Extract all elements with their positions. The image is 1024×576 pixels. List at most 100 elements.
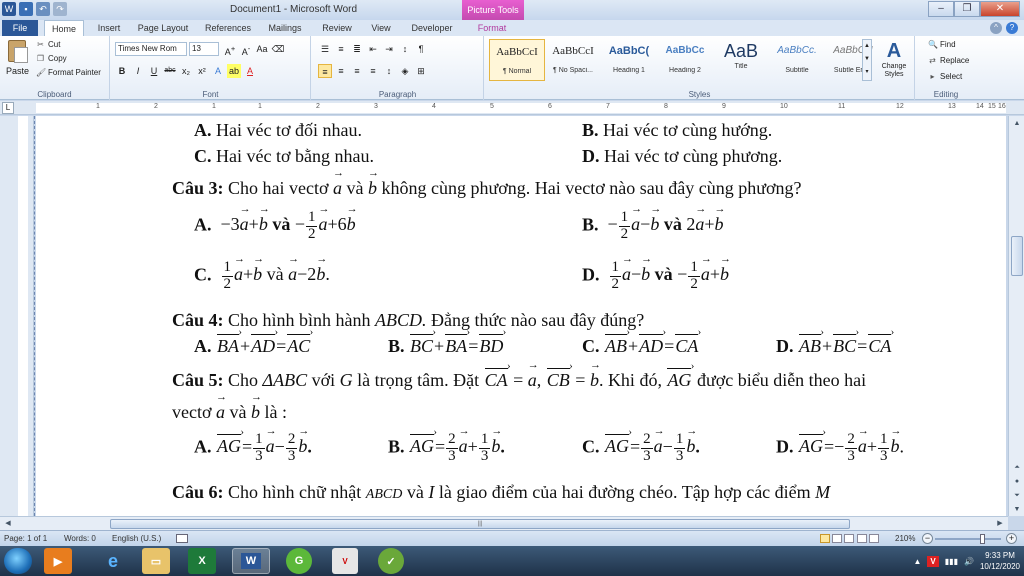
style-subtle-emphasis[interactable]: AaBbCcI Subtle Em... <box>825 39 881 81</box>
font-size-box[interactable]: 13 <box>189 42 219 56</box>
minimize-button[interactable]: – <box>928 1 954 17</box>
line-spacing-icon[interactable]: ↕ <box>382 64 396 78</box>
internet-explorer-icon[interactable]: e <box>94 548 132 574</box>
redo-icon[interactable]: ↷ <box>53 2 67 16</box>
app-icon[interactable]: ✓ <box>378 548 404 574</box>
zoom-slider-thumb[interactable] <box>980 534 985 544</box>
increase-indent-icon[interactable]: ⇥ <box>382 42 396 56</box>
numbering-icon[interactable]: ≡ <box>334 42 348 56</box>
ruler-scale[interactable]: 1 2 1 1 2 3 4 5 6 7 8 9 10 11 12 13 14 1… <box>36 103 1006 113</box>
scroll-up-icon[interactable]: ▲ <box>1011 118 1023 130</box>
full-screen-reading-icon[interactable] <box>832 534 843 543</box>
decrease-indent-icon[interactable]: ⇤ <box>366 42 380 56</box>
start-button-icon[interactable] <box>4 548 32 574</box>
format-painter-button[interactable]: 🖌 Format Painter <box>36 68 101 77</box>
next-page-icon[interactable]: ⏷ <box>1011 490 1023 502</box>
style-heading-1[interactable]: AaBbC( Heading 1 <box>601 39 657 81</box>
tab-developer[interactable]: Developer <box>410 20 454 36</box>
scroll-right-icon[interactable]: ▶ <box>994 518 1006 530</box>
outline-icon[interactable] <box>856 534 867 543</box>
align-right-icon[interactable]: ≡ <box>350 64 364 78</box>
italic-icon[interactable]: I <box>131 64 145 78</box>
tab-mailings[interactable]: Mailings <box>266 20 304 36</box>
replace-button[interactable]: ⇄ Replace <box>928 56 969 65</box>
word-app-icon[interactable]: W <box>2 2 16 16</box>
help-icon[interactable]: ? <box>1006 22 1018 34</box>
print-layout-icon[interactable] <box>820 534 830 543</box>
scroll-down-icon[interactable]: ▼ <box>1011 504 1023 516</box>
tab-home[interactable]: Home <box>44 20 84 36</box>
tab-page-layout[interactable]: Page Layout <box>136 20 190 36</box>
restore-button[interactable]: ❐ <box>954 1 980 17</box>
align-center-icon[interactable]: ≡ <box>334 64 348 78</box>
style-title[interactable]: AaB Title <box>713 39 769 81</box>
prev-page-icon[interactable]: ⏶ <box>1011 462 1023 474</box>
superscript-icon[interactable]: x² <box>195 64 209 78</box>
shrink-font-icon[interactable]: A- <box>239 42 253 57</box>
save-icon[interactable]: ▪ <box>19 2 33 16</box>
sort-icon[interactable]: ↕ <box>398 42 412 56</box>
document-page[interactable]: A. Hai véc tơ đối nhau. B. Hai véc tơ cù… <box>36 116 1006 516</box>
macro-record-icon[interactable] <box>176 534 188 543</box>
font-name-box[interactable]: Times New Rom <box>115 42 187 56</box>
shading-icon[interactable]: ◈ <box>398 64 412 78</box>
undo-icon[interactable]: ↶ <box>36 2 50 16</box>
tab-format[interactable]: Format <box>470 20 514 36</box>
highlight-icon[interactable]: ab <box>227 64 241 78</box>
horizontal-scrollbar[interactable]: ◀ ||| ▶ <box>0 516 1008 530</box>
word-taskbar-icon[interactable]: W <box>232 548 270 574</box>
paste-button-label[interactable]: Paste <box>6 66 29 76</box>
unikey-icon[interactable]: V <box>332 548 358 574</box>
language-indicator[interactable]: English (U.S.) <box>112 534 161 543</box>
browse-object-icon[interactable]: ● <box>1011 476 1023 488</box>
network-icon[interactable]: ▮▮▮ <box>945 557 958 566</box>
show-hidden-icon[interactable]: ▲ <box>914 557 922 566</box>
text-effects-icon[interactable]: A <box>211 64 225 78</box>
vertical-ruler-scale[interactable] <box>18 116 28 516</box>
pilcrow-icon[interactable]: ¶ <box>414 42 428 56</box>
style-normal[interactable]: AaBbCcI ¶ Normal <box>489 39 545 81</box>
tab-insert[interactable]: Insert <box>94 20 124 36</box>
vertical-scrollbar[interactable]: ▲ ⏶ ● ⏷ ▼ <box>1008 116 1024 516</box>
tab-view[interactable]: View <box>368 20 394 36</box>
excel-icon[interactable]: X <box>188 548 216 574</box>
vietnamese-input-icon[interactable]: V <box>927 555 939 567</box>
bold-icon[interactable]: B <box>115 64 129 78</box>
zoom-level[interactable]: 210% <box>895 534 915 543</box>
media-player-icon[interactable]: ▶ <box>44 548 72 574</box>
multilevel-list-icon[interactable]: ≣ <box>350 42 364 56</box>
volume-icon[interactable]: 🔊 <box>964 557 974 566</box>
copy-button[interactable]: ❐ Copy <box>36 54 67 63</box>
tab-file[interactable]: File <box>2 20 38 36</box>
find-button[interactable]: 🔍 Find <box>928 40 956 49</box>
scroll-left-icon[interactable]: ◀ <box>2 518 14 530</box>
zoom-out-icon[interactable]: − <box>922 533 933 544</box>
change-styles-button[interactable]: A Change Styles <box>877 40 911 79</box>
select-button[interactable]: ▸ Select <box>928 72 962 81</box>
paste-icon[interactable] <box>8 40 28 63</box>
tab-references[interactable]: References <box>204 20 252 36</box>
clock[interactable]: 9:33 PM 10/12/2020 <box>980 550 1020 572</box>
cut-button[interactable]: ✂ Cut <box>36 40 60 49</box>
word-count[interactable]: Words: 0 <box>64 534 96 543</box>
minimize-ribbon-icon[interactable]: ^ <box>990 22 1002 34</box>
subscript-icon[interactable]: x₂ <box>179 64 193 78</box>
style-heading-2[interactable]: AaBbCc Heading 2 <box>657 39 713 81</box>
style-subtitle[interactable]: AaBbCc. Subtitle <box>769 39 825 81</box>
geogebra-icon[interactable]: G <box>286 548 312 574</box>
change-case-icon[interactable]: Aa <box>255 42 269 56</box>
clear-format-icon[interactable]: ⌫ <box>271 42 285 56</box>
vertical-scroll-thumb[interactable] <box>1011 236 1023 276</box>
underline-icon[interactable]: U <box>147 64 161 78</box>
close-button[interactable]: ✕ <box>980 1 1020 17</box>
file-explorer-icon[interactable]: ▭ <box>142 548 170 574</box>
font-color-icon[interactable]: A <box>243 64 257 78</box>
horizontal-scroll-thumb[interactable]: ||| <box>110 519 850 529</box>
bullets-icon[interactable]: ☰ <box>318 42 332 56</box>
zoom-in-icon[interactable]: + <box>1006 533 1017 544</box>
justify-icon[interactable]: ≡ <box>366 64 380 78</box>
web-layout-icon[interactable] <box>844 534 855 543</box>
borders-icon[interactable]: ⊞ <box>414 64 428 78</box>
tab-review[interactable]: Review <box>320 20 354 36</box>
align-left-icon[interactable]: ≡ <box>318 64 332 78</box>
